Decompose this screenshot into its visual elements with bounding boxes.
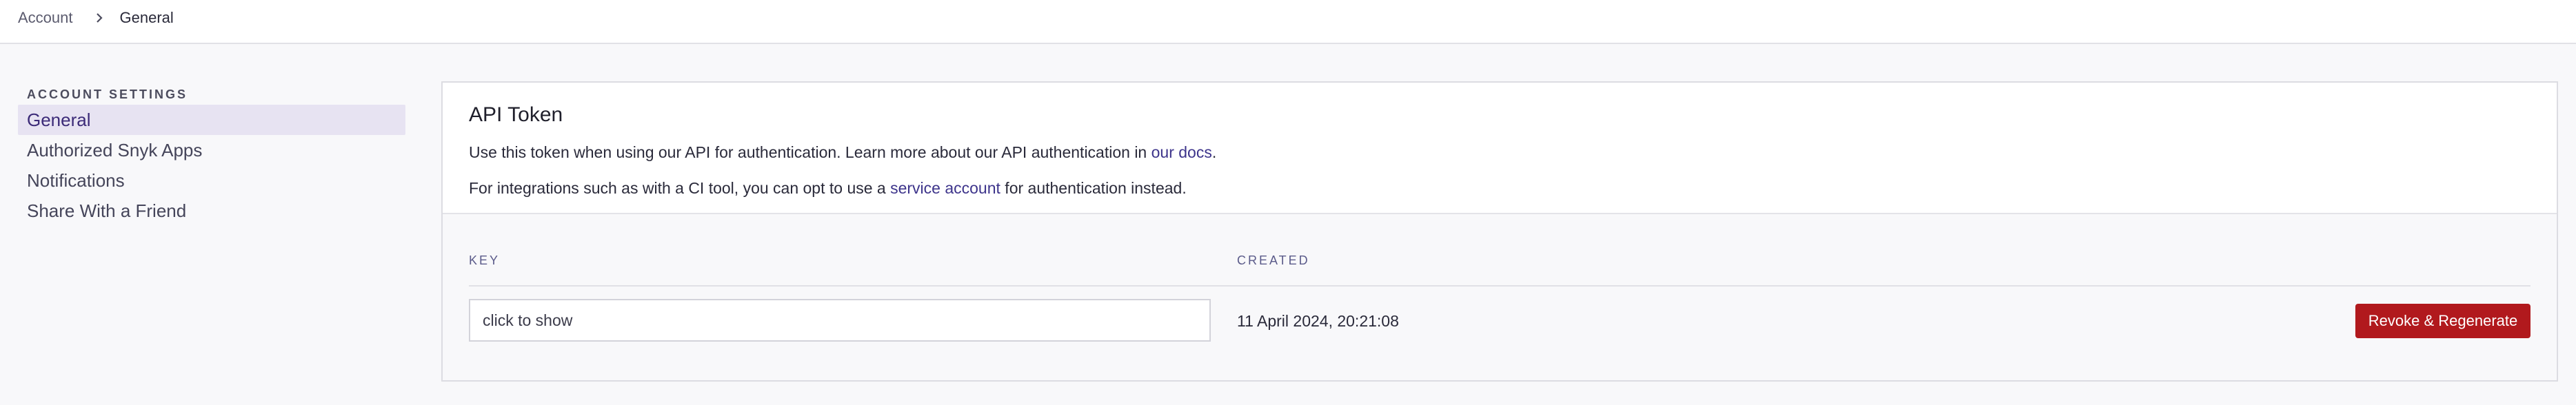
table-divider <box>469 285 2530 287</box>
top-bar: Account General <box>0 0 2576 44</box>
created-column-header: CREATED <box>1237 253 1310 267</box>
breadcrumb-account-link[interactable]: Account <box>18 9 73 27</box>
api-token-info: API Token Use this token when using our … <box>443 83 2557 214</box>
chevron-right-icon <box>90 8 109 28</box>
panel-title: API Token <box>469 103 563 126</box>
settings-sidebar: ACCOUNT SETTINGS General Authorized Snyk… <box>18 84 405 226</box>
api-docs-description: Use this token when using our API for au… <box>469 143 1216 162</box>
api-token-panel: API Token Use this token when using our … <box>441 81 2558 382</box>
key-column-header: KEY <box>469 253 501 267</box>
sidebar-item-authorized-snyk-apps[interactable]: Authorized Snyk Apps <box>18 135 405 165</box>
sidebar-item-share-with-a-friend[interactable]: Share With a Friend <box>18 196 405 226</box>
revoke-regenerate-button[interactable]: Revoke & Regenerate <box>2355 304 2530 338</box>
service-account-description: For integrations such as with a CI tool,… <box>469 179 1187 198</box>
breadcrumb: Account General <box>18 8 174 28</box>
service-account-link[interactable]: service account <box>890 179 1000 197</box>
created-date: 11 April 2024, 20:21:08 <box>1237 312 1399 330</box>
description-text: . <box>1211 143 1217 161</box>
api-key-field[interactable] <box>469 299 1211 342</box>
description-text: For integrations such as with a CI tool,… <box>469 179 891 197</box>
breadcrumb-current: General <box>119 9 174 26</box>
our-docs-link[interactable]: our docs <box>1151 143 1212 161</box>
description-text: for authentication instead. <box>1000 179 1187 197</box>
description-text: Use this token when using our API for au… <box>469 143 1151 161</box>
api-token-table: KEY CREATED 11 April 2024, 20:21:08 Revo… <box>443 214 2557 380</box>
sidebar-item-notifications[interactable]: Notifications <box>18 165 405 196</box>
sidebar-item-general[interactable]: General <box>18 105 405 135</box>
sidebar-heading: ACCOUNT SETTINGS <box>27 87 188 101</box>
